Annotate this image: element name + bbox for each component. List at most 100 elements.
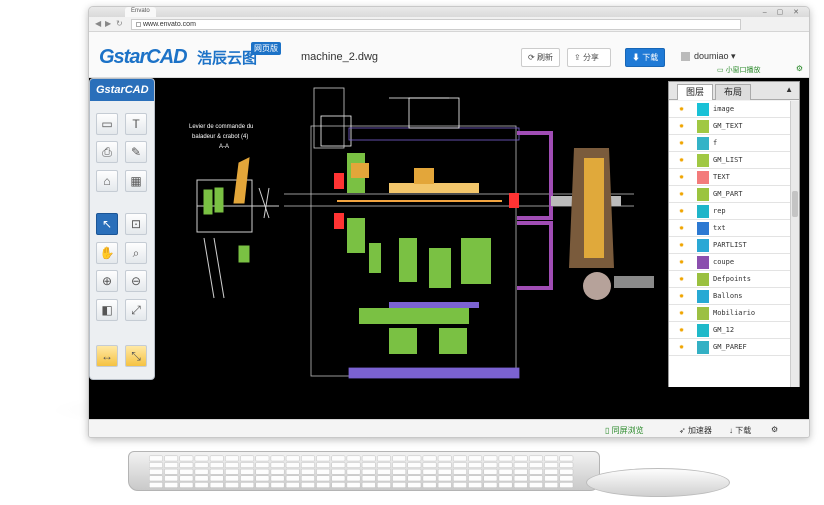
status-download-button[interactable]: ↓ 下载 [729,425,751,436]
layer-row[interactable]: ✹ GM_TEXT [669,118,791,135]
scrollbar-thumb[interactable] [792,191,798,217]
mini-window-play[interactable]: ▭ 小窗口播放 [717,65,761,75]
layer-color-swatch[interactable] [697,222,709,235]
lightbulb-icon[interactable]: ✹ [677,274,686,284]
layer-color-swatch[interactable] [697,307,709,320]
layer-row[interactable]: ✹ PARTLIST [669,237,791,254]
edit-icon[interactable]: ✎ [125,141,147,163]
accelerator-button[interactable]: ➶ 加速器 [679,425,712,436]
collapse-arrow-icon[interactable]: ▲ [785,85,793,94]
layer-row[interactable]: ✹ Mobiliario [669,305,791,322]
layer-row[interactable]: ✹ GM_12 [669,322,791,339]
layer-scrollbar[interactable] [790,101,799,387]
keyboard-key [285,475,300,482]
layer-panel-tabs: 图层 布局 ▲ [669,82,799,100]
lightbulb-icon[interactable]: ✹ [677,240,686,250]
image-export-icon[interactable]: ▦ [125,170,147,192]
share-button[interactable]: ⇪ 分享 [567,48,611,67]
status-download-label: 下载 [735,426,752,435]
layer-color-swatch[interactable] [697,256,709,269]
layer-color-swatch[interactable] [697,324,709,337]
layer-color-swatch[interactable] [697,171,709,184]
keyboard-key [240,455,255,462]
layer-row[interactable]: ✹ Ballons [669,288,791,305]
keyboard-key [255,482,270,488]
layer-list: ✹ image ✹ GM_TEXT ✹ f ✹ GM_LIST ✹ TEXT ✹ GM_PART ✹ re… [669,101,791,387]
layer-color-swatch[interactable] [697,341,709,354]
layer-row[interactable]: ✹ coupe [669,254,791,271]
keyboard-key [225,482,239,488]
layer-color-swatch[interactable] [697,120,709,133]
lightbulb-icon[interactable]: ✹ [677,308,686,318]
keyboard-key [361,455,376,462]
layer-color-swatch[interactable] [697,290,709,303]
measure-aligned-icon[interactable]: ⤡ [125,345,147,367]
open-folder-icon[interactable]: ▭ [96,113,118,135]
layer-color-swatch[interactable] [697,103,709,116]
lightbulb-icon[interactable]: ✹ [677,342,686,352]
layer-row[interactable]: ✹ TEXT [669,169,791,186]
lightbulb-icon[interactable]: ✹ [677,138,686,148]
pan-hand-icon[interactable]: ✋ [96,242,118,264]
fullscreen-icon[interactable]: ⤢ [125,299,147,321]
measure-distance-icon[interactable]: ↔ [96,345,118,367]
layer-row[interactable]: ✹ rep [669,203,791,220]
layer-color-swatch[interactable] [697,188,709,201]
keyboard-key [301,475,315,482]
browser-tab[interactable]: Envato [125,7,156,17]
lightbulb-icon[interactable]: ✹ [677,206,686,216]
text-size-icon[interactable]: T [125,113,147,135]
lightbulb-icon[interactable]: ✹ [677,121,686,131]
keyboard-key [468,475,483,482]
layer-color-swatch[interactable] [697,273,709,286]
lightbulb-icon[interactable]: ✹ [677,223,686,233]
layer-row[interactable]: ✹ txt [669,220,791,237]
zoom-realtime-icon[interactable]: ⌕ [125,242,147,264]
lightbulb-icon[interactable]: ✹ [677,172,686,182]
keyboard-key [164,475,179,482]
keyboard-key [392,462,407,468]
layer-color-swatch[interactable] [697,205,709,218]
address-bar[interactable]: www.envato.com [131,19,741,30]
layer-row[interactable]: ✹ image [669,101,791,118]
split-view-button[interactable]: ▯ 同屏浏览 [605,425,644,436]
tab-layers[interactable]: 图层 [677,84,714,100]
refresh-button[interactable]: ⟳ 刷新 [521,48,560,67]
keyboard-key [194,462,209,468]
lever-detail [196,157,279,299]
layer-row[interactable]: ✹ GM_PAREF [669,339,791,356]
layer-color-swatch[interactable] [697,137,709,150]
download-button[interactable]: ⬇ 下载 [625,48,666,67]
forward-icon[interactable]: ▶ [105,19,111,28]
lightbulb-icon[interactable]: ✹ [677,189,686,199]
user-menu[interactable]: doumiao ▾ [681,51,736,62]
lightbulb-icon[interactable]: ✹ [677,257,686,267]
layer-color-swatch[interactable] [697,239,709,252]
keyboard-key [437,455,452,462]
zoom-extents-icon[interactable]: ⊡ [125,213,147,235]
lightbulb-icon[interactable]: ✹ [677,104,686,114]
tab-layout[interactable]: 布局 [715,84,752,100]
lightbulb-icon[interactable]: ✹ [677,155,686,165]
layer-row[interactable]: ✹ GM_LIST [669,152,791,169]
lightbulb-icon[interactable]: ✹ [677,325,686,335]
zoom-out-icon[interactable]: ⊖ [125,270,147,292]
keyboard-key [179,455,194,462]
settings-icon[interactable]: ⚙ [796,64,803,73]
layer-row[interactable]: ✹ Defpoints [669,271,791,288]
reload-icon[interactable]: ↻ [116,19,123,28]
pdf-icon[interactable]: ⌂ [96,170,118,192]
layer-copy-icon[interactable]: ◧ [96,299,118,321]
layer-row[interactable]: ✹ GM_PART [669,186,791,203]
window-controls[interactable]: – ▢ ✕ [763,8,803,16]
print-icon[interactable]: ⎙ [96,141,118,163]
keyboard-key [346,468,361,475]
status-settings-icon[interactable]: ⚙ [771,425,778,434]
zoom-in-icon[interactable]: ⊕ [96,270,118,292]
back-icon[interactable]: ◀ [95,19,101,28]
keyboard-key [437,468,452,475]
layer-row[interactable]: ✹ f [669,135,791,152]
layer-color-swatch[interactable] [697,154,709,167]
lightbulb-icon[interactable]: ✹ [677,291,686,301]
select-arrow-icon[interactable]: ↖ [96,213,118,235]
